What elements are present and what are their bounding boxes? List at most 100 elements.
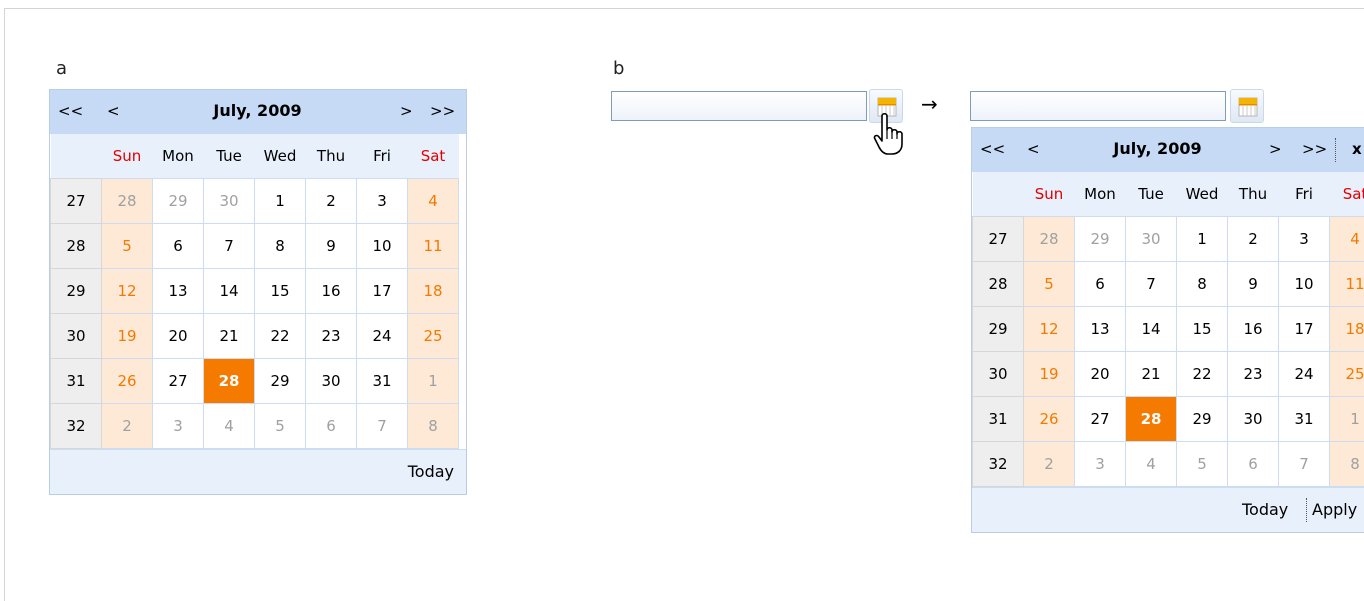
- next-year-button[interactable]: >>: [430, 102, 455, 120]
- day-cell[interactable]: 30: [306, 359, 357, 404]
- day-cell[interactable]: 16: [306, 269, 357, 314]
- day-cell[interactable]: 21: [1126, 352, 1177, 397]
- day-cell[interactable]: 3: [153, 404, 204, 449]
- day-cell[interactable]: 29: [1075, 217, 1126, 262]
- day-cell[interactable]: 30: [1228, 397, 1279, 442]
- day-cell[interactable]: 19: [1024, 352, 1075, 397]
- day-cell[interactable]: 15: [1177, 307, 1228, 352]
- day-cell[interactable]: 4: [1126, 442, 1177, 487]
- day-cell[interactable]: 22: [255, 314, 306, 359]
- day-cell[interactable]: 9: [306, 224, 357, 269]
- today-button[interactable]: Today: [408, 462, 454, 481]
- apply-button[interactable]: Apply: [1312, 500, 1357, 519]
- day-cell[interactable]: 18: [408, 269, 459, 314]
- day-cell[interactable]: 18: [1330, 307, 1364, 352]
- day-cell[interactable]: 24: [357, 314, 408, 359]
- day-cell[interactable]: 7: [357, 404, 408, 449]
- day-cell[interactable]: 15: [255, 269, 306, 314]
- day-cell[interactable]: 8: [1177, 262, 1228, 307]
- prev-year-button[interactable]: <<: [980, 140, 1005, 158]
- day-cell[interactable]: 21: [204, 314, 255, 359]
- day-cell[interactable]: 5: [1177, 442, 1228, 487]
- day-cell[interactable]: 31: [1279, 397, 1330, 442]
- day-cell[interactable]: 11: [408, 224, 459, 269]
- day-cell[interactable]: 1: [408, 359, 459, 404]
- day-cell[interactable]: 25: [408, 314, 459, 359]
- day-cell[interactable]: 10: [357, 224, 408, 269]
- day-cell[interactable]: 26: [1024, 397, 1075, 442]
- day-cell[interactable]: 12: [102, 269, 153, 314]
- next-month-button[interactable]: >: [1269, 140, 1282, 158]
- day-cell[interactable]: 27: [153, 359, 204, 404]
- day-cell[interactable]: 2: [1024, 442, 1075, 487]
- day-cell[interactable]: 3: [1075, 442, 1126, 487]
- day-cell[interactable]: 30: [1126, 217, 1177, 262]
- day-cell[interactable]: 2: [1228, 217, 1279, 262]
- day-cell[interactable]: 31: [357, 359, 408, 404]
- day-cell[interactable]: 29: [1177, 397, 1228, 442]
- day-cell[interactable]: 24: [1279, 352, 1330, 397]
- next-month-button[interactable]: >: [400, 102, 413, 120]
- day-cell[interactable]: 4: [408, 179, 459, 224]
- day-cell[interactable]: 8: [255, 224, 306, 269]
- day-cell[interactable]: 30: [204, 179, 255, 224]
- day-cell[interactable]: 7: [204, 224, 255, 269]
- day-cell[interactable]: 13: [1075, 307, 1126, 352]
- day-cell[interactable]: 20: [1075, 352, 1126, 397]
- today-button[interactable]: Today: [1242, 500, 1288, 519]
- selected-day-cell[interactable]: 28: [204, 359, 255, 404]
- next-year-button[interactable]: >>: [1302, 140, 1327, 158]
- day-cell[interactable]: 25: [1330, 352, 1364, 397]
- day-cell[interactable]: 29: [255, 359, 306, 404]
- day-cell[interactable]: 8: [408, 404, 459, 449]
- day-cell[interactable]: 17: [1279, 307, 1330, 352]
- day-cell[interactable]: 6: [1075, 262, 1126, 307]
- day-cell[interactable]: 29: [153, 179, 204, 224]
- day-cell[interactable]: 2: [306, 179, 357, 224]
- day-cell[interactable]: 4: [204, 404, 255, 449]
- day-cell[interactable]: 26: [102, 359, 153, 404]
- day-cell[interactable]: 6: [153, 224, 204, 269]
- day-cell[interactable]: 14: [1126, 307, 1177, 352]
- day-cell[interactable]: 14: [204, 269, 255, 314]
- day-cell[interactable]: 12: [1024, 307, 1075, 352]
- calendar-button-open[interactable]: [1230, 89, 1264, 123]
- day-cell[interactable]: 22: [1177, 352, 1228, 397]
- day-cell[interactable]: 23: [1228, 352, 1279, 397]
- day-cell[interactable]: 4: [1330, 217, 1364, 262]
- day-cell[interactable]: 3: [357, 179, 408, 224]
- day-cell[interactable]: 6: [306, 404, 357, 449]
- day-cell[interactable]: 23: [306, 314, 357, 359]
- day-cell[interactable]: 19: [102, 314, 153, 359]
- day-cell[interactable]: 20: [153, 314, 204, 359]
- day-cell[interactable]: 17: [357, 269, 408, 314]
- calendar-b-wrapper: << < July, 2009 > >> x SunMonTueWedThuFr…: [971, 127, 1364, 533]
- day-cell[interactable]: 27: [1075, 397, 1126, 442]
- prev-month-button[interactable]: <: [107, 102, 120, 120]
- date-input-closed[interactable]: [611, 91, 867, 121]
- day-cell[interactable]: 5: [255, 404, 306, 449]
- day-cell[interactable]: 16: [1228, 307, 1279, 352]
- close-button[interactable]: x: [1352, 140, 1362, 158]
- day-cell[interactable]: 7: [1279, 442, 1330, 487]
- selected-day-cell[interactable]: 28: [1126, 397, 1177, 442]
- day-cell[interactable]: 13: [153, 269, 204, 314]
- day-cell[interactable]: 1: [255, 179, 306, 224]
- day-cell[interactable]: 28: [1024, 217, 1075, 262]
- day-cell[interactable]: 11: [1330, 262, 1364, 307]
- day-cell[interactable]: 8: [1330, 442, 1364, 487]
- day-cell[interactable]: 7: [1126, 262, 1177, 307]
- day-cell[interactable]: 10: [1279, 262, 1330, 307]
- day-cell[interactable]: 3: [1279, 217, 1330, 262]
- date-input-open[interactable]: [970, 91, 1226, 121]
- day-cell[interactable]: 1: [1330, 397, 1364, 442]
- day-cell[interactable]: 5: [102, 224, 153, 269]
- prev-month-button[interactable]: <: [1027, 140, 1040, 158]
- day-cell[interactable]: 5: [1024, 262, 1075, 307]
- day-cell[interactable]: 2: [102, 404, 153, 449]
- prev-year-button[interactable]: <<: [58, 102, 83, 120]
- day-cell[interactable]: 6: [1228, 442, 1279, 487]
- day-cell[interactable]: 28: [102, 179, 153, 224]
- day-cell[interactable]: 1: [1177, 217, 1228, 262]
- day-cell[interactable]: 9: [1228, 262, 1279, 307]
